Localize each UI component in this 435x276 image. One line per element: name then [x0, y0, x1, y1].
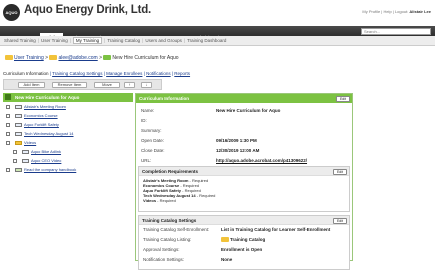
folder-icon	[15, 140, 22, 145]
folder-icon	[49, 55, 58, 60]
main-nav: HomeContentTrainingMeetingsSeminar Rooms…	[0, 26, 435, 43]
curriculum-icon	[5, 94, 11, 100]
subnav-training-catalog[interactable]: Training Catalog	[107, 38, 140, 43]
info-row-id: ID:	[141, 118, 147, 123]
checkbox[interactable]	[6, 131, 10, 136]
catalog-row-notification: Notification Settings: None	[143, 257, 233, 262]
video-icon	[22, 149, 29, 154]
info-row-url: URL: http://aquo.adobe.acrobat.com/p41309…	[136, 156, 352, 166]
catalog-row-approval: Approval Settings: Enrollment is Open	[143, 247, 263, 252]
checkbox[interactable]	[13, 149, 17, 154]
edit-completion-button[interactable]: Edit	[332, 168, 347, 175]
sub-nav: Shared Training | User Training | My Trainin…	[0, 36, 435, 46]
tab-curriculum-information[interactable]: Curriculum Information	[3, 71, 49, 76]
video-icon	[22, 158, 29, 163]
brand-title: Aquo Energy Drink, Ltd.	[24, 4, 152, 16]
curriculum-url-link[interactable]: http://aquo.adobe.acrobat.com/p41309622/	[216, 156, 307, 166]
tree-toolbar: Add Item Remove Item Move ↑ ↓	[3, 79, 162, 90]
catalog-header: Training Catalog Settings Edit	[139, 216, 349, 225]
tree-item[interactable]: Read the company handbook	[3, 165, 133, 174]
breadcrumb: User Training > alee@adobe.com > New Hir…	[5, 55, 179, 61]
tab-reports[interactable]: Reports	[174, 71, 190, 76]
breadcrumb-current: New Hire Curriculum for Aquo	[112, 55, 179, 61]
curriculum-icon	[103, 55, 112, 60]
info-row-name: Name: New Hire Curriculum for Aquo	[141, 108, 281, 113]
training-catalog-settings-box: Training Catalog Settings Edit Training …	[138, 215, 350, 270]
move-up-button[interactable]: ↑	[124, 82, 135, 88]
my-profile-link[interactable]: My Profile	[362, 9, 380, 14]
tab-training-catalog-settings[interactable]: Training Catalog Settings	[52, 71, 102, 76]
top-links: My Profile | Help | Logout: Alistair Lee	[362, 9, 431, 14]
current-user: Alistair Lee	[409, 9, 431, 14]
tree-item[interactable]: Videos	[3, 138, 133, 147]
edit-catalog-button[interactable]: Edit	[332, 217, 347, 224]
tree-item[interactable]: Economics Course	[3, 111, 133, 120]
logout-link[interactable]: Logout:	[395, 9, 408, 14]
curriculum-tree: New Hire Curriculum for Aquo Alistair's …	[3, 93, 133, 174]
completion-header: Completion Requirements Edit	[139, 167, 349, 176]
info-row-summary: Summary:	[141, 128, 162, 133]
tree-item[interactable]: Tech Wednesday August 14	[3, 129, 133, 138]
move-button[interactable]: Move	[94, 82, 120, 88]
catalog-row-listing: Training Catalog Listing: Training Catalo…	[143, 237, 266, 242]
info-row-close-date: Close Date: 12/30/2019 12:00 AM	[141, 148, 260, 153]
subnav-my-training[interactable]: My Training	[72, 37, 103, 44]
breadcrumb-user-folder[interactable]: alee@adobe.com	[58, 55, 97, 61]
info-row-open-date: Open Date: 09/16/2009 1:30 PM	[141, 138, 257, 143]
tree-root-item[interactable]: New Hire Curriculum for Aquo	[3, 93, 133, 102]
tab-notifications[interactable]: Notifications	[146, 71, 171, 76]
subnav-user-training[interactable]: User Training	[41, 38, 68, 43]
tree-item[interactable]: Aquo Forklift Safety	[3, 120, 133, 129]
meeting-room-icon	[15, 104, 22, 109]
tab-manage-enrollees[interactable]: Manage Enrollees	[106, 71, 142, 76]
subnav-users-and-groups[interactable]: Users and Groups	[145, 38, 182, 43]
subnav-shared-training[interactable]: Shared Training	[4, 38, 36, 43]
add-item-button[interactable]: Add Item	[18, 82, 45, 88]
folder-icon	[221, 237, 229, 242]
edit-information-button[interactable]: Edit	[335, 95, 350, 102]
checkbox[interactable]	[6, 104, 10, 109]
curriculum-tabs: Curriculum Information | Training Catalo…	[3, 71, 191, 76]
checkbox[interactable]	[13, 158, 17, 163]
catalog-listing-link[interactable]: Training Catalog	[230, 237, 265, 242]
aquo-logo: AQUO	[3, 4, 20, 21]
tree-item[interactable]: Aquo CEO Video	[3, 156, 133, 165]
folder-icon	[5, 55, 13, 60]
tree-item[interactable]: Aquo Bike Adlink	[3, 147, 133, 156]
requirement-item: Videos - Required	[143, 198, 176, 203]
tree-item[interactable]: Alistair's Meeting Room	[3, 102, 133, 111]
checkbox[interactable]	[6, 140, 10, 145]
remove-item-button[interactable]: Remove Item	[52, 82, 87, 88]
panel-header: Curriculum Information Edit	[136, 94, 352, 103]
course-icon	[15, 113, 22, 118]
course-icon	[15, 122, 22, 127]
course-icon	[15, 131, 22, 136]
subnav-training-dashboard[interactable]: Training Dashboard	[187, 38, 226, 43]
help-link[interactable]: Help	[383, 9, 391, 14]
checkbox[interactable]	[6, 113, 10, 118]
move-down-button[interactable]: ↓	[141, 82, 152, 88]
breadcrumb-user-training[interactable]: User Training	[14, 55, 44, 61]
completion-requirements-box: Completion Requirements Edit Alistair's …	[138, 166, 350, 212]
catalog-row-self-enrollment: Training Catalog Self-Enrollment: List in…	[143, 227, 331, 232]
checkbox[interactable]	[6, 167, 10, 172]
search-input[interactable]: Search...	[361, 27, 431, 35]
document-icon	[15, 167, 22, 172]
checkbox[interactable]	[6, 122, 10, 127]
